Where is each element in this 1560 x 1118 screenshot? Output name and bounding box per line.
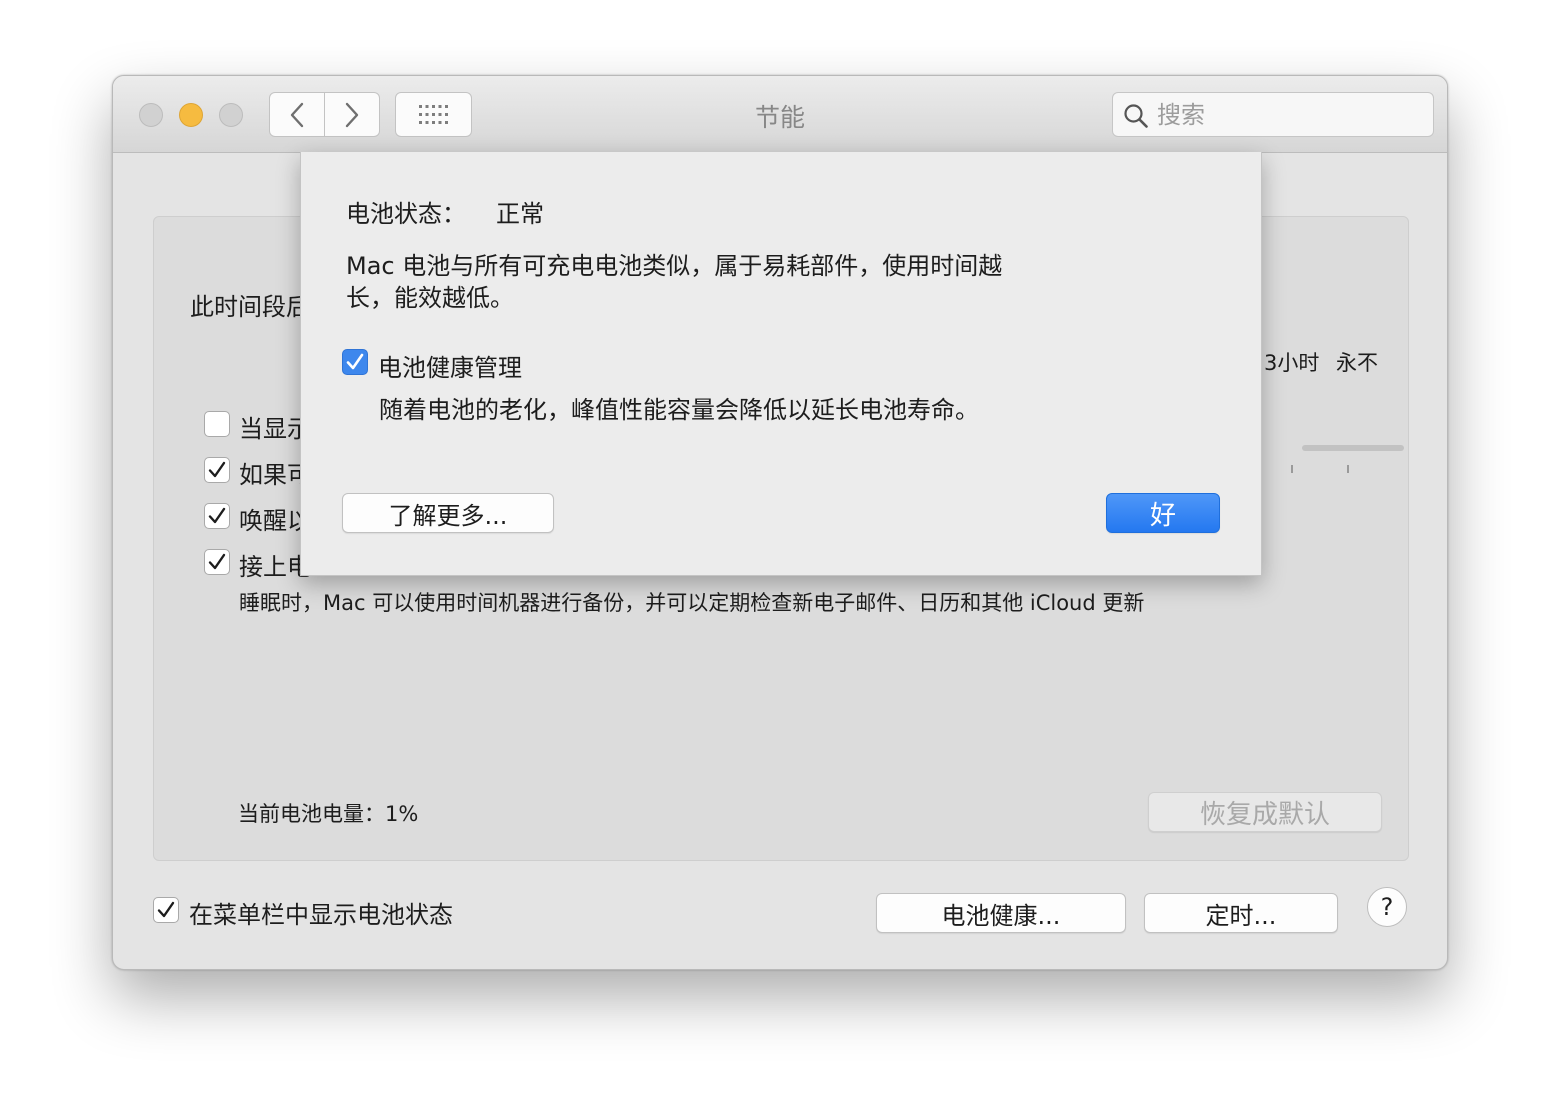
help-button[interactable]: ?: [1367, 887, 1407, 927]
battery-health-management-label: 电池健康管理: [378, 354, 522, 382]
slider-tick: [1291, 465, 1293, 473]
option-checkbox-power-nap[interactable]: [204, 549, 230, 575]
checkmark-icon: [208, 553, 226, 570]
ok-button[interactable]: 好: [1106, 493, 1220, 533]
battery-health-button[interactable]: 电池健康...: [876, 893, 1126, 933]
option-checkbox-wake[interactable]: [204, 503, 230, 529]
battery-health-management-checkbox[interactable]: [342, 349, 368, 375]
battery-health-management-description: 随着电池的老化，峰值性能容量会降低以延长电池寿命。: [379, 396, 979, 424]
search-icon: [1124, 104, 1148, 128]
restore-defaults-button[interactable]: 恢复成默认: [1148, 792, 1382, 832]
battery-status-label: 电池状态：: [346, 200, 466, 228]
checkmark-icon: [157, 901, 175, 918]
sleep-slider[interactable]: [1302, 445, 1404, 451]
search-field[interactable]: [1112, 92, 1434, 137]
learn-more-button[interactable]: 了解更多...: [342, 493, 554, 533]
battery-health-sheet: 电池状态： 正常 Mac 电池与所有可充电电池类似，属于易耗部件，使用时间越 长…: [300, 152, 1262, 576]
slider-tick-label-3h: 3小时: [1264, 351, 1320, 375]
battery-description-line-1: Mac 电池与所有可充电电池类似，属于易耗部件，使用时间越: [346, 252, 1003, 280]
checkmark-icon: [208, 461, 226, 478]
slider-tick: [1347, 465, 1349, 473]
checkmark-icon: [346, 353, 364, 370]
show-battery-status-label: 在菜单栏中显示电池状态: [189, 901, 453, 929]
option-checkbox-display[interactable]: [204, 411, 230, 437]
option-checkbox-disk[interactable]: [204, 457, 230, 483]
battery-level-text: 当前电池电量：1%: [238, 802, 419, 826]
show-battery-status-checkbox[interactable]: [153, 897, 179, 923]
battery-status-value: 正常: [496, 200, 544, 228]
slider-tick-label-never: 永不: [1336, 351, 1378, 375]
energy-saver-window: 节能 此时间段后 3小时 永不 当显示 如果可 唤醒以 接上电 睡眠: [112, 75, 1448, 970]
checkmark-icon: [208, 507, 226, 524]
battery-description-line-2: 长，能效越低。: [346, 284, 514, 312]
search-input[interactable]: [1157, 99, 1417, 131]
period-label: 此时间段后: [190, 293, 310, 321]
power-nap-description: 睡眠时，Mac 可以使用时间机器进行备份，并可以定期检查新电子邮件、日历和其他 …: [239, 591, 1145, 615]
schedule-button[interactable]: 定时...: [1144, 893, 1338, 933]
title-bar: 节能: [113, 76, 1447, 153]
